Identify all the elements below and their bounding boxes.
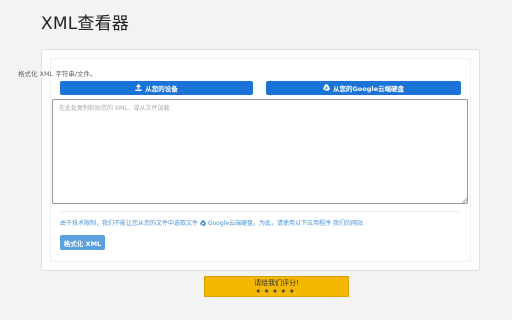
rating-stars-icon: ★★★★★ bbox=[255, 287, 298, 295]
google-drive-icon bbox=[322, 83, 330, 93]
load-from-device-button[interactable]: 从您的设备 bbox=[60, 81, 253, 95]
xml-input-textarea[interactable] bbox=[52, 99, 468, 204]
divider bbox=[60, 211, 460, 212]
format-xml-button[interactable]: 格式化 XML bbox=[60, 235, 105, 250]
load-from-google-drive-button[interactable]: 从您的Google云端硬盘 bbox=[266, 81, 461, 95]
resize-handle-icon[interactable] bbox=[461, 197, 467, 203]
notice-text-before: 由于技术限制，我们不能让您从您的文件中选取文件 bbox=[60, 220, 199, 227]
format-hint: 格式化 XML 字符串/文件。 bbox=[18, 70, 97, 78]
page-title: XML查看器 bbox=[41, 14, 129, 34]
load-from-device-label: 从您的设备 bbox=[145, 85, 178, 93]
google-drive-link[interactable]: Google云端硬盘 bbox=[208, 220, 253, 227]
technical-limitation-notice: 由于技术限制，我们不能让您从您的文件中选取文件 Google云端硬盘。为此，请使… bbox=[60, 218, 460, 227]
rate-us-button[interactable]: 请给我们评分! ★★★★★ bbox=[204, 276, 349, 297]
upload-icon bbox=[135, 83, 142, 93]
load-from-google-drive-label: 从您的Google云端硬盘 bbox=[332, 85, 405, 93]
our-website-link[interactable]: 我们的网站 bbox=[333, 220, 363, 227]
google-drive-small-icon bbox=[199, 220, 208, 227]
rate-us-label: 请给我们评分! bbox=[254, 278, 299, 287]
notice-text-after: 。为此，请使用以下应用程序 bbox=[253, 220, 332, 227]
